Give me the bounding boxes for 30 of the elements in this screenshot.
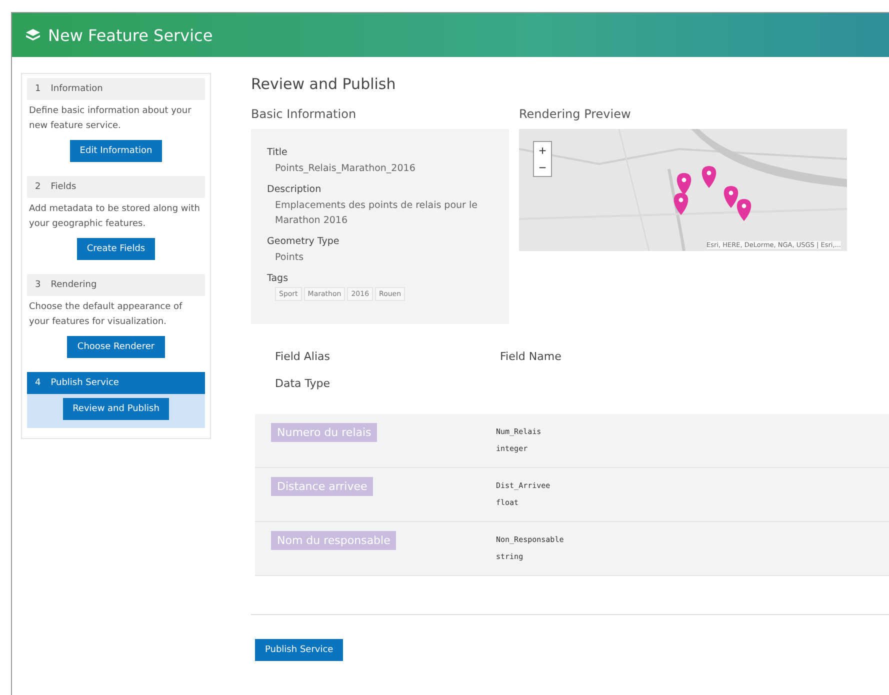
info-value: Emplacements des points de relais pour le Marathon 2016: [275, 199, 478, 228]
info-label: Title: [267, 147, 288, 158]
field-alias: Nom du responsable: [271, 531, 396, 550]
step-header[interactable]: 3 Rendering: [27, 274, 205, 296]
step-description: Choose the default appearance of your features for visualization.: [29, 301, 184, 329]
info-label: Tags: [267, 273, 290, 284]
field-alias: Numero du relais: [271, 423, 378, 442]
section-heading: Rendering Preview: [519, 107, 632, 121]
step-button[interactable]: Choose Renderer: [67, 336, 165, 358]
section-heading: Basic Information: [251, 107, 358, 121]
info-value: Points: [275, 251, 305, 265]
step-header[interactable]: 2 Fields: [27, 176, 205, 198]
step-button[interactable]: Edit Information: [70, 140, 162, 162]
info-label: Geometry Type: [267, 236, 340, 247]
step-button[interactable]: Review and Publish: [62, 398, 170, 420]
window-title: New Feature Service: [48, 26, 213, 44]
field-alias: Distance arrivee: [271, 477, 374, 496]
info-label: Description: [267, 184, 322, 195]
step-header[interactable]: 1 Information: [27, 78, 205, 100]
column-header: Field Name: [500, 350, 562, 363]
layers-icon: [26, 29, 40, 41]
step-button[interactable]: Create Fields: [76, 238, 156, 260]
column-header: Data Type: [275, 377, 332, 390]
page-title: Review and Publish: [251, 75, 397, 93]
step-description: Define basic information about your new feature service.: [29, 105, 192, 133]
step-header[interactable]: 4 Publish Service: [27, 372, 205, 394]
column-header: Field Alias: [275, 350, 331, 363]
step-description: Add metadata to be stored along with your geographic features.: [29, 203, 202, 231]
publish-button[interactable]: Publish Service: [255, 639, 344, 661]
info-value: Points_Relais_Marathon_2016: [275, 162, 416, 176]
